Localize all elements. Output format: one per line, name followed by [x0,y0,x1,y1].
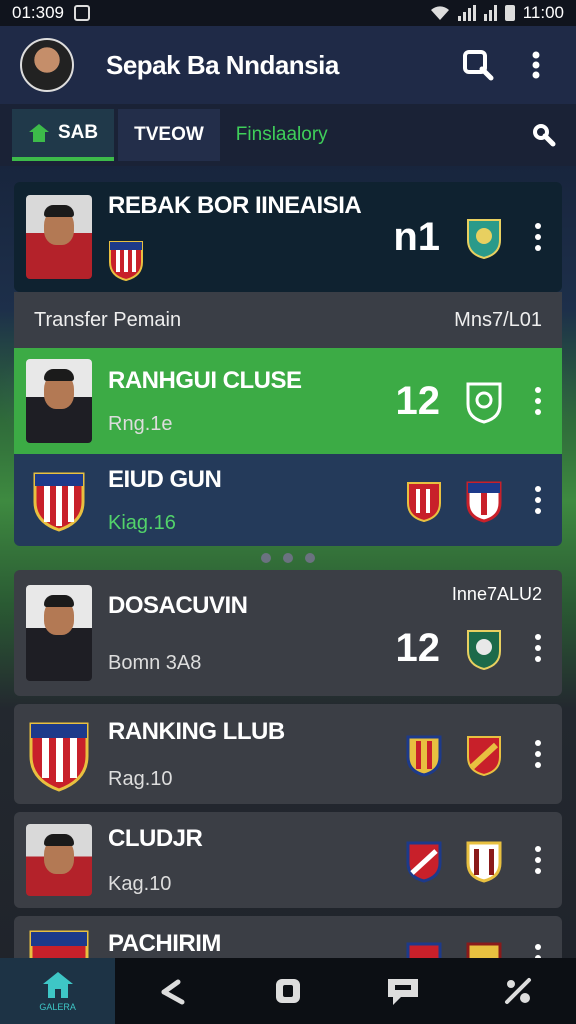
search-icon [463,50,494,81]
notification-icon [74,5,90,21]
pager-dots [0,553,576,563]
card-subtitle: Bomn 3A8 [108,651,202,674]
card-title: PACHIRIM [108,930,221,957]
card-menu-button[interactable] [524,480,552,520]
status-time-right: 11:00 [522,3,564,22]
signal-icon-2 [483,5,497,21]
player-card[interactable]: DOSACUVIN Bomn 3A8 12 Inne7ALU2 [14,570,562,696]
wrench-icon [161,979,185,1005]
tab-news[interactable]: TVEOW [118,109,220,161]
player-photo [26,585,92,681]
club-crest-icon [467,630,501,671]
ranking-card[interactable]: RANHGUI CLUSE Rng.1e 12 [14,348,562,454]
status-bar: 01:309 11:00 [0,0,576,26]
wifi-icon [430,6,449,20]
tab-bar: SAB TVEOW Finslaalory [0,104,576,166]
club-crest-icon [407,482,441,523]
card-menu-button[interactable] [524,840,552,880]
bottom-navigation: GALERA [0,958,576,1024]
card-title: RANHGUI CLUSE [108,366,302,394]
tab-label: Finslaalory [235,124,328,145]
more-vertical-icon [532,51,540,79]
tab-home[interactable]: SAB [12,109,115,161]
search-button[interactable] [458,45,498,85]
club-crest-icon [466,382,502,424]
featured-card[interactable]: REBAK BOR IINEAISIA n1 [14,182,562,292]
transfer-strip[interactable]: Transfer Pemain Mns7/L01 [14,292,562,348]
nav-scan[interactable] [230,958,345,1024]
search-icon [533,124,556,147]
club-card[interactable]: CLUDJR Kag.10 [14,812,562,908]
home-icon [42,972,73,998]
nav-home-label: GALERA [39,1002,76,1012]
app-bar: Sepak Ba Nndansia [0,26,576,104]
card-subtitle: Kiag.16 [108,511,176,534]
match-score: 12 [395,378,441,423]
card-menu-button[interactable] [524,628,552,668]
card-menu-button[interactable] [524,381,552,421]
card-menu-button[interactable] [524,217,552,257]
transfer-label: Transfer Pemain [34,308,182,331]
nav-home[interactable]: GALERA [0,958,116,1024]
card-title: CLUDJR [108,824,203,852]
club-logo [26,714,92,794]
ranking-club-card[interactable]: RANKING LLUB Rag.10 [14,704,562,804]
nav-chat[interactable] [346,958,461,1024]
status-time-left: 01:309 [12,3,64,22]
match-score: 12 [395,625,441,670]
card-subtitle: Rng.1e [108,412,173,435]
tab-history[interactable]: Finslaalory [220,109,344,161]
nav-tools[interactable] [115,958,230,1024]
overflow-menu-button[interactable] [516,45,556,85]
club-card[interactable]: EIUD GUN Kiag.16 [14,454,562,546]
club-crest-icon [109,241,143,282]
square-icon [276,979,300,1003]
match-score: n1 [393,214,440,259]
app-title: Sepak Ba Nndansia [106,49,339,80]
club-crest-icon [467,219,501,260]
card-title: DOSACUVIN [108,591,248,619]
card-meta: Inne7ALU2 [451,584,542,604]
signal-icon [457,5,476,21]
card-subtitle: Kag.10 [108,872,172,895]
battery-icon [504,5,515,21]
club-crest-icon [406,841,442,883]
club-crest-icon [466,841,502,883]
card-title: EIUD GUN [108,465,222,493]
nav-settings[interactable] [461,958,576,1024]
home-icon [29,124,49,142]
transfer-meta: Mns7/L01 [454,308,542,331]
player-photo [26,359,92,443]
card-subtitle: Rag.10 [108,767,173,790]
club-logo [26,465,92,535]
card-menu-button[interactable] [524,734,552,774]
player-photo [26,195,92,279]
tools-icon [505,978,532,1004]
club-crest-icon [467,736,501,777]
chat-icon [388,979,419,1005]
club-crest-icon [406,735,442,777]
tab-search-button[interactable] [524,115,564,155]
tab-label: TVEOW [134,124,204,145]
card-title: REBAK BOR IINEAISIA [108,192,362,219]
card-title: RANKING LLUB [108,717,285,745]
profile-avatar[interactable] [20,38,74,92]
tab-label: SAB [58,122,99,143]
club-crest-icon [29,722,89,792]
club-crest-icon [466,481,502,523]
club-crest-icon [33,472,85,532]
player-photo [26,824,92,896]
